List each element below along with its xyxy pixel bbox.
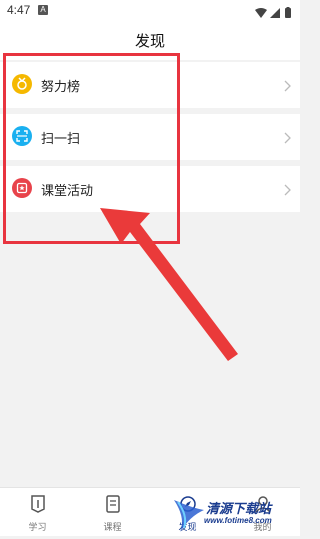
- menu-item-effort-ranking[interactable]: 努力榜: [0, 62, 300, 108]
- tab-label: 学习: [28, 523, 47, 533]
- signal-icon: [270, 8, 280, 18]
- medal-icon: [12, 74, 32, 94]
- status-bar: 4:47 A: [0, 0, 300, 22]
- scan-icon: [12, 126, 32, 146]
- wifi-icon: [255, 8, 267, 18]
- discover-icon: [179, 494, 197, 518]
- menu-item-label: 课堂活动: [41, 184, 94, 199]
- menu-item-class-activity[interactable]: 课堂活动: [0, 166, 300, 212]
- page-title: 发现: [134, 32, 165, 50]
- battery-icon: [285, 7, 291, 18]
- notification-icon: A: [38, 5, 48, 15]
- tab-label: 课程: [103, 523, 122, 533]
- tab-discover[interactable]: 发现: [150, 488, 225, 536]
- menu-item-scan[interactable]: 扫一扫: [0, 114, 300, 160]
- status-time: 4:47: [7, 3, 31, 17]
- tab-study[interactable]: 学习: [0, 488, 75, 536]
- chevron-right-icon: [284, 181, 292, 200]
- header: 发现: [0, 22, 300, 60]
- chevron-right-icon: [284, 129, 292, 148]
- tab-course[interactable]: 课程: [75, 488, 150, 536]
- chevron-right-icon: [284, 77, 292, 96]
- study-icon: [29, 494, 47, 518]
- menu-item-label: 努力榜: [41, 80, 81, 95]
- bottom-nav: 学习 课程 发现 我的: [0, 487, 300, 536]
- tab-profile[interactable]: 我的: [225, 488, 300, 536]
- star-badge-icon: [12, 178, 32, 198]
- tab-label: 发现: [178, 523, 197, 533]
- tab-label: 我的: [253, 523, 272, 533]
- course-icon: [104, 494, 122, 518]
- system-icons: [254, 4, 294, 23]
- menu-item-label: 扫一扫: [41, 132, 81, 147]
- profile-icon: [254, 494, 272, 518]
